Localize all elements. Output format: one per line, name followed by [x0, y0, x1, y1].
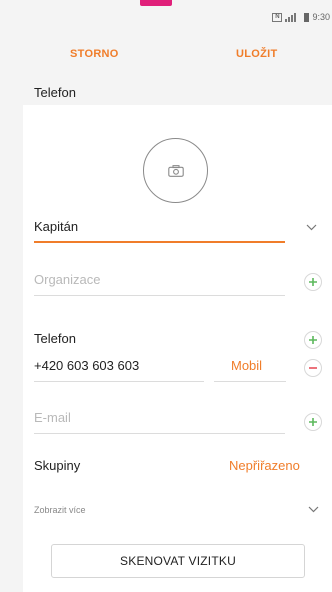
save-button[interactable]: ULOŽIT: [236, 48, 278, 60]
organization-field[interactable]: Organizace: [34, 272, 100, 287]
minus-icon: [309, 367, 317, 369]
battery-icon: [304, 12, 310, 22]
phone-type-underline: [214, 381, 286, 382]
plus-icon: [309, 418, 317, 426]
remove-phone-button[interactable]: [304, 359, 322, 377]
plus-icon: [309, 336, 317, 344]
account-label: Telefon: [34, 85, 76, 100]
organization-underline: [34, 295, 285, 296]
scan-business-card-button[interactable]: SKENOVAT VIZITKU: [51, 544, 305, 578]
expand-name-chevron-down-icon[interactable]: [306, 224, 317, 231]
status-bar: N 9:30: [272, 10, 330, 24]
add-photo-button[interactable]: [143, 138, 208, 203]
add-phone-button[interactable]: [304, 331, 322, 349]
top-indicator: [140, 0, 172, 6]
cancel-button[interactable]: STORNO: [70, 48, 119, 60]
add-email-button[interactable]: [304, 413, 322, 431]
action-bar: STORNO ULOŽIT: [0, 40, 332, 70]
nfc-icon: N: [272, 12, 283, 22]
signal-icon: [285, 12, 301, 22]
add-organization-button[interactable]: [304, 273, 322, 291]
phone-label: Telefon: [34, 331, 76, 346]
email-field[interactable]: E-mail: [34, 410, 71, 425]
camera-icon: [167, 164, 184, 177]
email-underline: [34, 433, 285, 434]
phone-number-underline: [34, 381, 204, 382]
phone-type-dropdown[interactable]: Mobil: [231, 358, 262, 373]
plus-icon: [309, 278, 317, 286]
groups-label: Skupiny: [34, 458, 81, 473]
show-more-label[interactable]: Zobrazit více: [34, 505, 86, 515]
show-more-chevron-down-icon[interactable]: [308, 506, 319, 513]
status-time: 9:30: [312, 12, 330, 22]
name-field[interactable]: Kapitán: [34, 219, 78, 234]
name-underline: [34, 241, 285, 243]
groups-value[interactable]: Nepřiřazeno: [229, 458, 300, 473]
phone-number-field[interactable]: +420 603 603 603: [34, 358, 139, 373]
